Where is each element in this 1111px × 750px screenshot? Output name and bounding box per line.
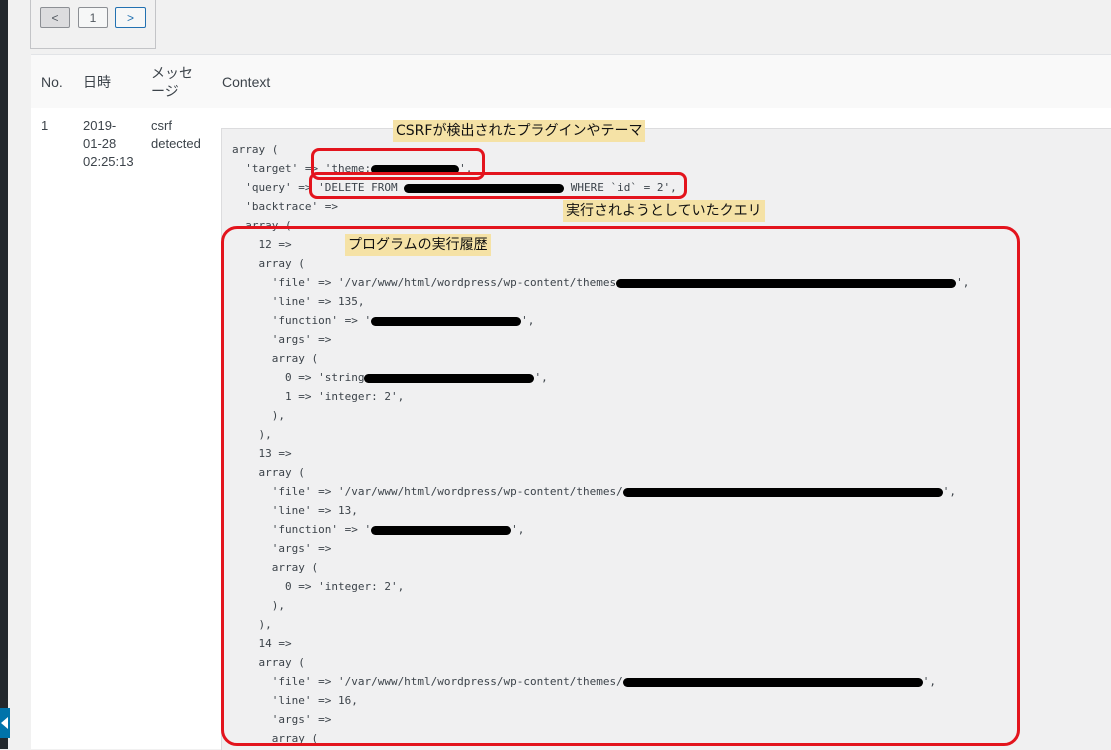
row-message-line2: detected — [151, 136, 201, 151]
column-header-message: メッセージ — [151, 65, 193, 99]
code-line: 'backtrace' => — [232, 200, 338, 213]
column-header-no: No. — [41, 74, 63, 90]
admin-sidebar-edge — [0, 0, 8, 749]
collapse-menu-arrow-icon[interactable] — [0, 708, 10, 738]
backtrace-highlight-box — [221, 226, 1020, 746]
row-date-time: 02:25:13 — [83, 154, 134, 169]
annotation-query: 実行されようとしていたクエリ — [563, 200, 765, 222]
table-header: No. 日時 メッセージ Context — [31, 54, 1111, 109]
page-number-button[interactable]: 1 — [78, 7, 108, 28]
annotation-trace: プログラムの実行履歴 — [345, 234, 491, 256]
next-page-button[interactable]: > — [115, 7, 146, 28]
column-header-date: 日時 — [83, 74, 111, 90]
row-date: 2019- 01-28 02:25:13 — [83, 117, 134, 171]
row-message-line1: csrf — [151, 118, 172, 133]
query-highlight-box — [309, 172, 687, 199]
row-number: 1 — [41, 118, 49, 133]
code-line: array ( — [232, 143, 279, 156]
prev-page-button[interactable]: < — [40, 7, 70, 28]
column-header-context: Context — [222, 74, 271, 90]
row-date-year: 2019- — [83, 118, 117, 133]
row-message: csrf detected — [151, 117, 201, 153]
pagination: < 1 > — [30, 0, 156, 49]
annotation-csrf-target: CSRFが検出されたプラグインやテーマ — [393, 120, 646, 142]
row-date-monthday: 01-28 — [83, 136, 117, 151]
